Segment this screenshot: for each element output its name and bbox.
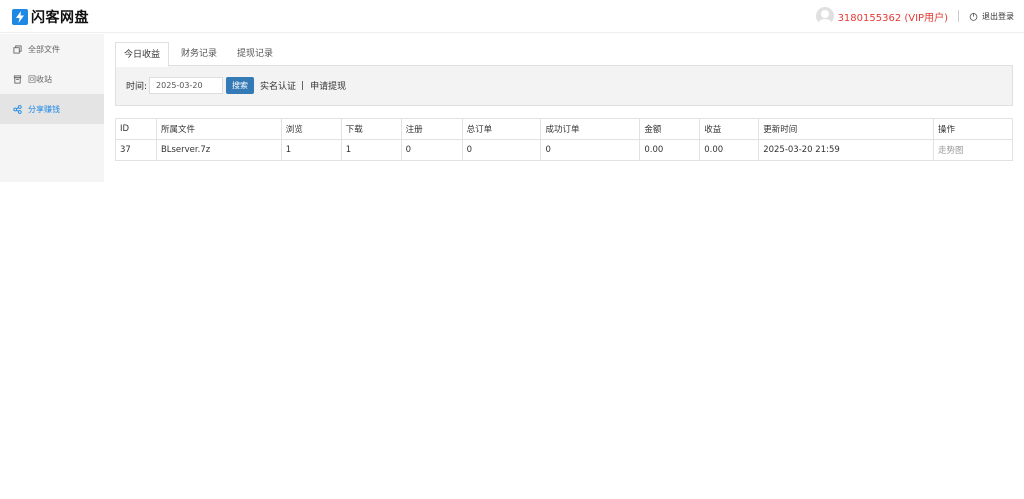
sidebar-item-label: 回收站 bbox=[28, 74, 52, 84]
cell-total-orders: 0 bbox=[461, 139, 542, 161]
tab-financial-records[interactable]: 财务记录 bbox=[173, 42, 225, 66]
lightning-icon bbox=[12, 9, 28, 25]
column-header: 收益 bbox=[699, 118, 760, 140]
power-icon bbox=[969, 12, 978, 21]
column-header: 浏览 bbox=[280, 118, 342, 140]
link-separator: | bbox=[301, 80, 305, 91]
column-header: 所属文件 bbox=[155, 118, 282, 140]
share-icon bbox=[13, 104, 22, 114]
earnings-table-wrap: ID 所属文件 浏览 下载 注册 总订单 成功订单 金额 收益 更新时间 操作 … bbox=[115, 118, 1013, 161]
column-header: 下载 bbox=[340, 118, 402, 140]
cell-amount: 0.00 bbox=[639, 139, 701, 161]
date-label: 时间: bbox=[126, 82, 148, 92]
user-area: 3180155362 (VIP用户) 退出登录 bbox=[815, 7, 1014, 25]
logo-text: 闪客网盘 bbox=[31, 10, 89, 26]
main-content: 今日收益 财务记录 提现记录 时间: 2025-03-20 搜索 实名认证 | … bbox=[115, 42, 1013, 161]
filter-bar: 时间: 2025-03-20 搜索 实名认证 | 申请提现 bbox=[115, 66, 1013, 106]
sidebar-item-share-earn[interactable]: 分享赚钱 bbox=[0, 94, 104, 124]
sidebar-item-label: 全部文件 bbox=[28, 44, 60, 54]
column-header: 注册 bbox=[400, 118, 463, 140]
logout-button[interactable]: 退出登录 bbox=[969, 11, 1014, 22]
logo[interactable]: 闪客网盘 bbox=[12, 7, 89, 27]
column-header: ID bbox=[115, 118, 157, 140]
table-header-row: ID 所属文件 浏览 下载 注册 总订单 成功订单 金额 收益 更新时间 操作 bbox=[115, 118, 1013, 140]
cell-registrations: 0 bbox=[400, 139, 463, 161]
trash-icon bbox=[13, 74, 22, 84]
tab-withdraw-records[interactable]: 提现记录 bbox=[229, 42, 281, 66]
column-header: 成功订单 bbox=[540, 118, 641, 140]
search-button[interactable]: 搜索 bbox=[226, 77, 255, 94]
copy-icon bbox=[13, 44, 22, 54]
sidebar-item-recycle-bin[interactable]: 回收站 bbox=[0, 64, 104, 94]
column-header: 更新时间 bbox=[758, 118, 934, 140]
verify-link[interactable]: 实名认证 bbox=[260, 79, 296, 92]
cell-file: BLserver.7z bbox=[155, 139, 282, 161]
sidebar-item-label: 分享赚钱 bbox=[28, 104, 60, 114]
cell-earnings: 0.00 bbox=[699, 139, 760, 161]
cell-views: 1 bbox=[280, 139, 342, 161]
cell-success-orders: 0 bbox=[540, 139, 641, 161]
column-header: 金额 bbox=[639, 118, 701, 140]
username[interactable]: 3180155362 (VIP用户) bbox=[838, 9, 948, 24]
divider bbox=[958, 10, 959, 22]
earnings-table: ID 所属文件 浏览 下载 注册 总订单 成功订单 金额 收益 更新时间 操作 … bbox=[115, 118, 1013, 161]
cell-downloads: 1 bbox=[340, 139, 402, 161]
column-header: 操作 bbox=[933, 118, 1013, 140]
column-header: 总订单 bbox=[461, 118, 542, 140]
table-row: 37 BLserver.7z 1 1 0 0 0 0.00 0.00 2025-… bbox=[115, 139, 1013, 161]
withdraw-link[interactable]: 申请提现 bbox=[310, 79, 346, 92]
trend-chart-link[interactable]: 走势图 bbox=[933, 139, 1013, 161]
tab-bar: 今日收益 财务记录 提现记录 bbox=[115, 42, 1013, 67]
top-header: 闪客网盘 3180155362 (VIP用户) 退出登录 bbox=[0, 0, 1024, 33]
sidebar-item-all-files[interactable]: 全部文件 bbox=[0, 34, 104, 64]
cell-id: 37 bbox=[115, 139, 157, 161]
sidebar: 全部文件 回收站 分享赚钱 bbox=[0, 34, 104, 182]
avatar[interactable] bbox=[815, 7, 834, 25]
tab-today-earnings[interactable]: 今日收益 bbox=[115, 42, 170, 67]
date-input[interactable]: 2025-03-20 bbox=[149, 77, 224, 94]
cell-updated-time: 2025-03-20 21:59 bbox=[758, 139, 934, 161]
logout-label: 退出登录 bbox=[982, 11, 1014, 21]
